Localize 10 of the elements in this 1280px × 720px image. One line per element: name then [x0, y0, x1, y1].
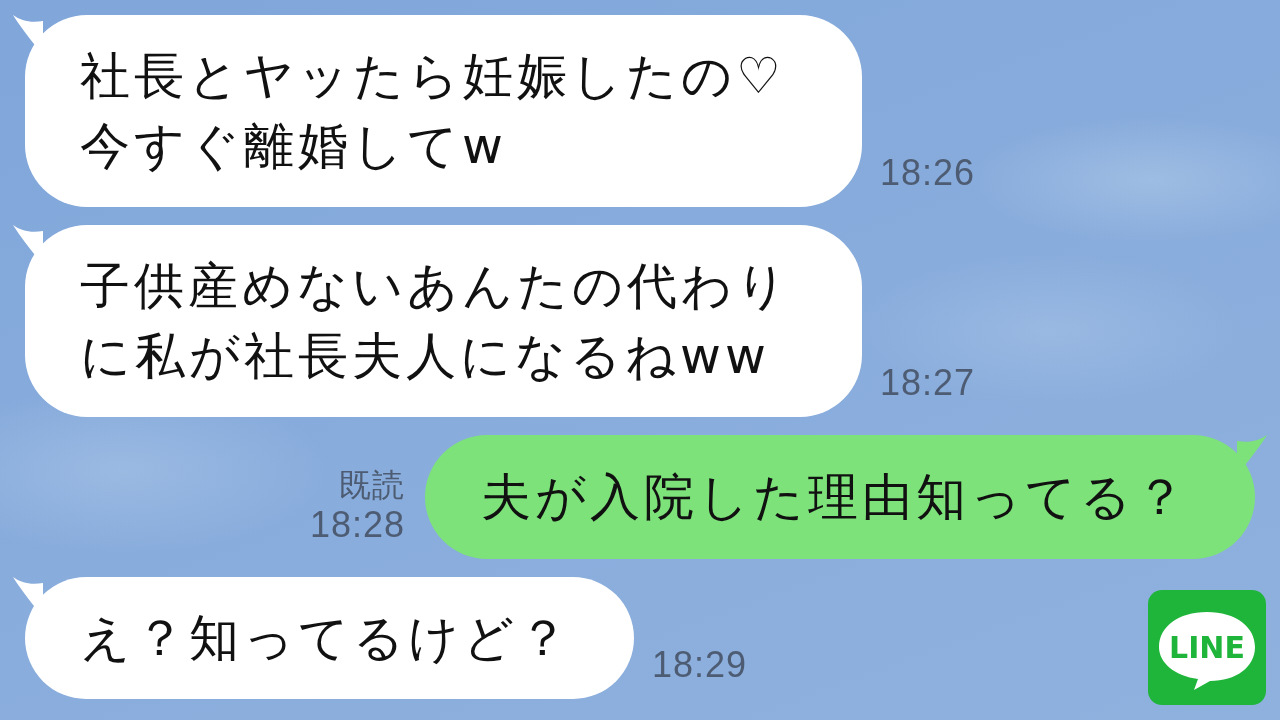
timestamp: 18:28: [309, 505, 405, 545]
app-logo: LINE: [1148, 590, 1266, 705]
timestamp: 18:26: [880, 153, 976, 193]
message-text: 社長とヤッたら妊娠したの♡今すぐ離婚してw: [80, 46, 786, 177]
read-receipt: 既読: [339, 465, 405, 505]
message-text: 子供産めないあんたの代わりに私が社長夫人になるねww: [80, 256, 792, 387]
message-text: え？知ってるけど？: [80, 608, 572, 669]
timestamp: 18:27: [880, 363, 976, 403]
timestamp: 18:29: [652, 645, 748, 685]
message-text: 夫が入院した理由知ってる？: [481, 467, 1189, 528]
